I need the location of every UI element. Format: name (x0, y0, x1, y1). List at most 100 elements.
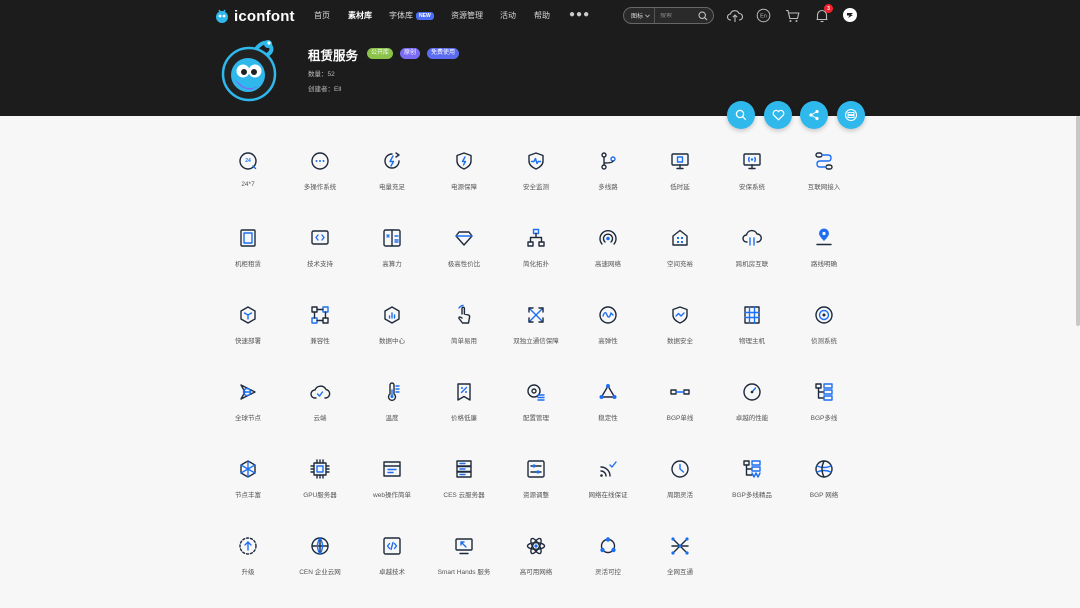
icon-item[interactable]: 侦测系统 (788, 298, 860, 375)
icon-item[interactable]: 技术支持 (284, 221, 356, 298)
icon-label: 网络在线保证 (588, 492, 628, 499)
hexagon-deploy-icon (237, 304, 259, 326)
search-icon (735, 109, 747, 121)
icon-item[interactable]: CEN 企业云网 (284, 529, 356, 606)
upload-icon[interactable] (726, 7, 743, 24)
icon-item[interactable]: 极高性价比 (428, 221, 500, 298)
gear-list-icon (525, 381, 547, 403)
language-icon[interactable]: En (755, 7, 772, 24)
scrollbar[interactable] (1076, 116, 1080, 326)
icon-item[interactable]: 高算力 (356, 221, 428, 298)
icon-item[interactable]: 多操作系统 (284, 144, 356, 221)
icon-item[interactable]: 周期灵活 (644, 452, 716, 529)
icon-item[interactable]: 互联网接入 (788, 144, 860, 221)
icon-item[interactable]: 空间充裕 (644, 221, 716, 298)
code-box-icon (381, 535, 403, 557)
notification-bell-icon[interactable]: 3 (813, 4, 833, 24)
route-icon (813, 150, 835, 172)
icon-item[interactable]: 路线明确 (788, 221, 860, 298)
icon-label: BGP单线 (666, 415, 694, 422)
icon-item[interactable]: 网络在线保证 (572, 452, 644, 529)
icon-item[interactable]: Smart Hands 服务 (428, 529, 500, 606)
iconfont-logo[interactable]: iconfont (214, 6, 295, 26)
icon-item[interactable]: BGP多线精品 (716, 452, 788, 529)
search-type-select[interactable]: 图标 (624, 8, 656, 23)
icon-label: web操作简单 (373, 492, 411, 499)
logo-icon (216, 9, 228, 23)
icon-item[interactable]: web操作简单 (356, 452, 428, 529)
icon-item[interactable]: 多线路 (572, 144, 644, 221)
icon-item[interactable]: 高速网络 (572, 221, 644, 298)
topology-icon (525, 227, 547, 249)
gauge-icon (741, 381, 763, 403)
cart-icon[interactable] (784, 7, 801, 24)
icon-label: 电量充足 (379, 184, 405, 191)
icon-item[interactable]: BGP 网络 (788, 452, 860, 529)
house-grid-icon (669, 227, 691, 249)
sliders-icon (525, 458, 547, 480)
nav-materials[interactable]: 素材库 (348, 10, 372, 21)
icon-item[interactable]: 跨机房互联 (716, 221, 788, 298)
icon-label: 升级 (241, 569, 255, 576)
icon-label: 侦测系统 (811, 338, 837, 345)
monitor-signal-icon (741, 150, 763, 172)
icon-item[interactable]: 简单易用 (428, 298, 500, 375)
icon-item[interactable]: 安保系统 (716, 144, 788, 221)
icon-item[interactable]: 全网互通 (644, 529, 716, 606)
icon-item[interactable]: CES 云服务器 (428, 452, 500, 529)
icon-item[interactable]: 节点丰富 (212, 452, 284, 529)
icon-item[interactable]: 灵活可控 (572, 529, 644, 606)
icon-item[interactable]: 低时延 (644, 144, 716, 221)
icon-item[interactable]: 高弹性 (572, 298, 644, 375)
icon-item[interactable]: 配置管理 (500, 375, 572, 452)
icon-item[interactable]: 24 24*7 (212, 144, 284, 221)
icon-item[interactable]: 双独立通信保障 (500, 298, 572, 375)
batch-action-button[interactable] (837, 101, 865, 129)
icon-item[interactable]: 云端 (284, 375, 356, 452)
nav-help[interactable]: 帮助 (534, 10, 550, 21)
icon-item[interactable]: 温度 (356, 375, 428, 452)
icon-item[interactable]: 简化拓扑 (500, 221, 572, 298)
icon-item[interactable]: 稳定性 (572, 375, 644, 452)
icon-label: 兼容性 (310, 338, 330, 345)
search-icon[interactable] (696, 9, 710, 23)
icon-item[interactable]: 卓越的性能 (716, 375, 788, 452)
cross-arrows-icon (525, 304, 547, 326)
icon-item[interactable]: 数据中心 (356, 298, 428, 375)
icon-item[interactable]: 电源保障 (428, 144, 500, 221)
icon-item[interactable]: 高可用网络 (500, 529, 572, 606)
icon-item[interactable]: 全球节点 (212, 375, 284, 452)
nav-home[interactable]: 首页 (314, 10, 330, 21)
search-input[interactable] (655, 12, 696, 19)
heart-icon (772, 109, 784, 121)
signal-check-icon (597, 458, 619, 480)
search-project-button[interactable] (727, 101, 755, 129)
icon-item[interactable]: BGP单线 (644, 375, 716, 452)
tree-premium-icon (741, 458, 763, 480)
share-button[interactable] (800, 101, 828, 129)
icon-item[interactable]: 安全监测 (500, 144, 572, 221)
icon-label: 跨机房互联 (735, 261, 769, 268)
icon-grid: 24 24*7 多操作系统 电量充足 电源保障 安全监测 多线路 低时延 安保系统 互联网接入机柜… (212, 144, 860, 606)
icon-item[interactable]: GPU服务器 (284, 452, 356, 529)
nav-activities[interactable]: 活动 (500, 10, 516, 21)
icon-item[interactable]: 兼容性 (284, 298, 356, 375)
icon-item[interactable]: 升级 (212, 529, 284, 606)
icon-item[interactable]: 快速部署 (212, 298, 284, 375)
icon-item[interactable]: 数据安全 (644, 298, 716, 375)
more-menu-icon[interactable]: ●●● (569, 9, 590, 20)
icon-label: 高弹性 (598, 338, 618, 345)
user-avatar[interactable] (843, 8, 857, 22)
icon-item[interactable]: 物理主机 (716, 298, 788, 375)
icon-item[interactable]: 电量充足 (356, 144, 428, 221)
icon-item[interactable]: 机柜租赁 (212, 221, 284, 298)
nav-fonts[interactable]: 字体库 NEW (389, 10, 434, 21)
icon-label: 安全监测 (523, 184, 549, 191)
icon-item[interactable]: 资源调整 (500, 452, 572, 529)
favorite-button[interactable] (764, 101, 792, 129)
icon-item[interactable]: BGP多线 (788, 375, 860, 452)
icon-item[interactable]: 卓越技术 (356, 529, 428, 606)
icon-item[interactable]: 价格低廉 (428, 375, 500, 452)
nav-resources[interactable]: 资源管理 (451, 10, 483, 21)
chip-icon (309, 458, 331, 480)
